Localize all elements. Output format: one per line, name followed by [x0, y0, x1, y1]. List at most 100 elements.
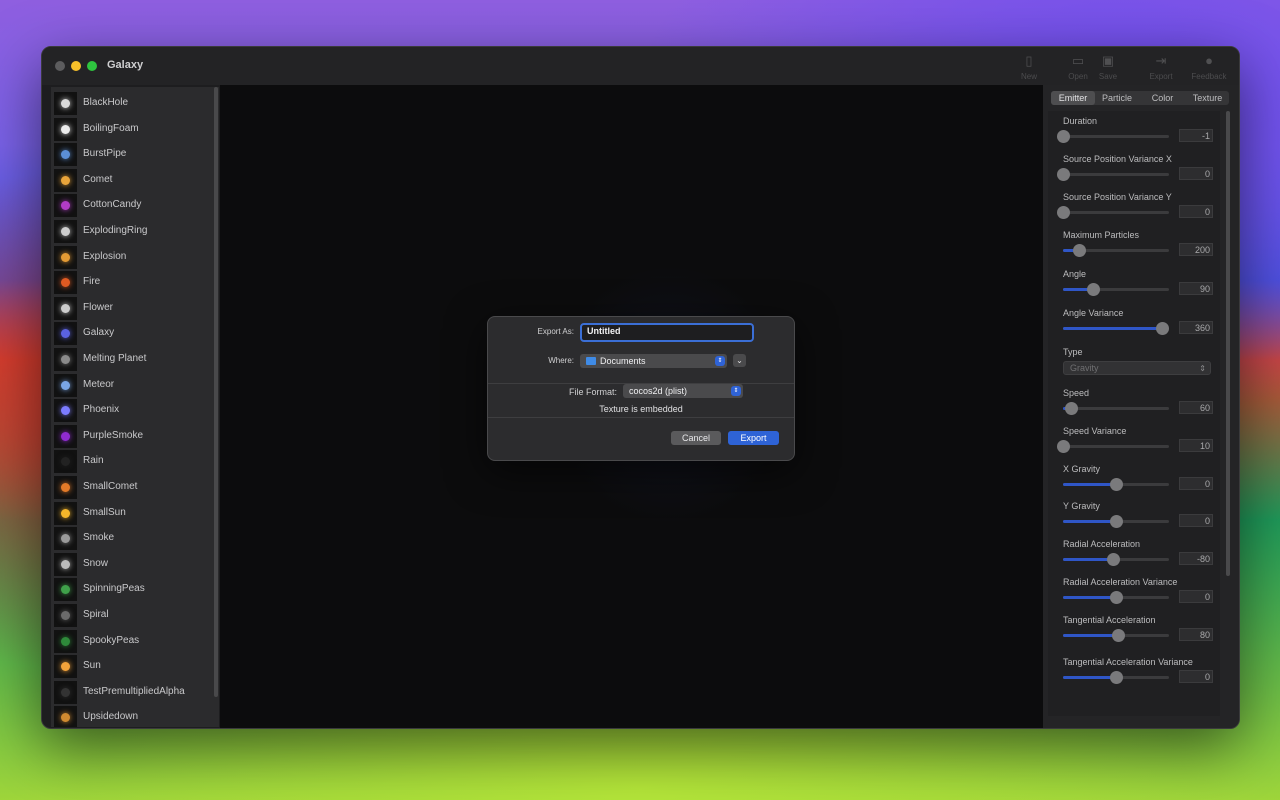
sidebar-item[interactable]: SmallComet	[51, 475, 219, 500]
sidebar-item[interactable]: Smoke	[51, 526, 219, 551]
sidebar-item-label: Smoke	[83, 532, 115, 544]
slider-knob[interactable]	[1110, 515, 1123, 528]
sidebar-scrollbar[interactable]	[214, 87, 218, 697]
new-document-icon: ▯	[1025, 53, 1033, 68]
sidebar-item[interactable]: BurstPipe	[51, 142, 219, 167]
param-slider[interactable]	[1063, 283, 1169, 296]
sidebar-item[interactable]: ExplodingRing	[51, 219, 219, 244]
title-bar: Galaxy ▯ New ▭ Open ▣ Save ⇥ Export ● Fe…	[42, 47, 1239, 85]
sidebar-item[interactable]: Spiral	[51, 603, 219, 628]
param-slider[interactable]	[1063, 478, 1169, 491]
sidebar-item[interactable]: TestPremultipliedAlpha	[51, 680, 219, 705]
param-slider[interactable]	[1063, 402, 1169, 415]
file-format-popup[interactable]: cocos2d (plist) ⇕	[623, 384, 743, 398]
slider-knob[interactable]	[1110, 591, 1123, 604]
filename-input[interactable]: Untitled	[580, 323, 754, 342]
sidebar-item[interactable]: Flower	[51, 296, 219, 321]
close-window-button[interactable]	[55, 61, 65, 71]
toolbar-feedback-button[interactable]: ● Feedback	[1189, 54, 1229, 82]
toolbar-save-button[interactable]: ▣ Save	[1088, 54, 1128, 82]
slider-fill	[1063, 558, 1113, 561]
minimize-window-button[interactable]	[71, 61, 81, 71]
thumbnail-particle	[61, 636, 70, 646]
tab-texture[interactable]: Texture	[1186, 91, 1229, 105]
sidebar-item[interactable]: Rain	[51, 449, 219, 474]
slider-knob[interactable]	[1057, 206, 1070, 219]
param-value-field[interactable]: 80	[1179, 628, 1213, 641]
param-slider[interactable]	[1057, 168, 1169, 181]
param-slider[interactable]	[1063, 244, 1169, 257]
sidebar-item[interactable]: PurpleSmoke	[51, 424, 219, 449]
param-value-field[interactable]: 200	[1179, 243, 1213, 256]
sidebar-item[interactable]: Melting Planet	[51, 347, 219, 372]
slider-knob[interactable]	[1110, 671, 1123, 684]
sidebar-item[interactable]: BoilingFoam	[51, 117, 219, 142]
slider-knob[interactable]	[1155, 322, 1169, 335]
sidebar-item-label: Rain	[83, 455, 104, 467]
param-slider[interactable]	[1063, 322, 1169, 335]
param-value-field[interactable]: 0	[1179, 477, 1213, 490]
param-value-field[interactable]: 60	[1179, 401, 1213, 414]
zoom-window-button[interactable]	[87, 61, 97, 71]
param-value-field[interactable]: 0	[1179, 167, 1213, 180]
toolbar-export-button[interactable]: ⇥ Export	[1141, 54, 1181, 82]
slider-knob[interactable]	[1065, 402, 1079, 415]
sidebar-item-label: Snow	[83, 557, 109, 569]
slider-knob[interactable]	[1057, 168, 1070, 181]
param-value-field[interactable]: -1	[1179, 129, 1213, 142]
slider-knob[interactable]	[1112, 629, 1126, 642]
sidebar-item[interactable]: Phoenix	[51, 398, 219, 423]
where-popup[interactable]: Documents ⇕	[580, 354, 727, 368]
export-button[interactable]: Export	[728, 431, 779, 445]
sidebar-item[interactable]: Snow	[51, 552, 219, 577]
sidebar-item[interactable]: SpinningPeas	[51, 577, 219, 602]
slider-knob[interactable]	[1072, 244, 1086, 257]
inspector-scrollbar[interactable]	[1226, 111, 1230, 576]
param-slider[interactable]	[1063, 515, 1169, 528]
sidebar-item[interactable]: BlackHole	[51, 91, 219, 116]
sidebar-item[interactable]: Upsidedown	[51, 705, 219, 727]
sidebar-item[interactable]: Sun	[51, 654, 219, 679]
tab-particle[interactable]: Particle	[1095, 91, 1139, 105]
emitter-settings: Duration -1 Source Position Variance X 0 Sou…	[1048, 111, 1220, 716]
slider-knob[interactable]	[1057, 130, 1070, 143]
param-slider[interactable]	[1057, 440, 1169, 453]
param-slider[interactable]	[1063, 553, 1169, 566]
param-value-field[interactable]: -80	[1179, 552, 1213, 565]
param-value-field[interactable]: 360	[1179, 321, 1213, 334]
tab-color[interactable]: Color	[1139, 91, 1186, 105]
expand-dialog-button[interactable]: ⌄	[733, 354, 746, 367]
cancel-button[interactable]: Cancel	[671, 431, 721, 445]
param-value-field[interactable]: 0	[1179, 514, 1213, 527]
param-value-field[interactable]: 10	[1179, 439, 1213, 452]
param-value-field[interactable]: 0	[1179, 670, 1213, 683]
sidebar-item[interactable]: SpookyPeas	[51, 629, 219, 654]
sidebar-item[interactable]: Galaxy	[51, 321, 219, 346]
sidebar-item[interactable]: CottonCandy	[51, 193, 219, 218]
param-slider[interactable]	[1063, 671, 1169, 684]
type-select[interactable]: Gravity ⇕	[1063, 361, 1211, 375]
param-slider[interactable]	[1057, 206, 1169, 219]
sidebar-item[interactable]: SmallSun	[51, 501, 219, 526]
slider-knob[interactable]	[1057, 440, 1070, 453]
param-value-field[interactable]: 0	[1179, 205, 1213, 218]
sidebar-item-label: Explosion	[83, 250, 127, 262]
sidebar-item[interactable]: Comet	[51, 168, 219, 193]
slider-knob[interactable]	[1110, 478, 1123, 491]
preset-thumbnail	[54, 706, 77, 727]
sidebar-item[interactable]: Meteor	[51, 373, 219, 398]
param-slider[interactable]	[1057, 130, 1169, 143]
toolbar-new-button[interactable]: ▯ New	[1009, 53, 1049, 82]
sidebar-item-label: Meteor	[83, 378, 115, 390]
thumbnail-particle	[61, 611, 70, 620]
tab-emitter[interactable]: Emitter	[1051, 91, 1095, 105]
sidebar-item[interactable]: Explosion	[51, 245, 219, 270]
param-slider[interactable]	[1063, 591, 1169, 604]
sidebar-item-label: ExplodingRing	[83, 225, 148, 236]
param-value-field[interactable]: 0	[1179, 590, 1213, 603]
param-value-field[interactable]: 90	[1179, 282, 1213, 295]
slider-knob[interactable]	[1106, 553, 1120, 566]
param-slider[interactable]	[1063, 629, 1169, 642]
sidebar-item[interactable]: Fire	[51, 270, 219, 295]
slider-knob[interactable]	[1086, 283, 1100, 296]
